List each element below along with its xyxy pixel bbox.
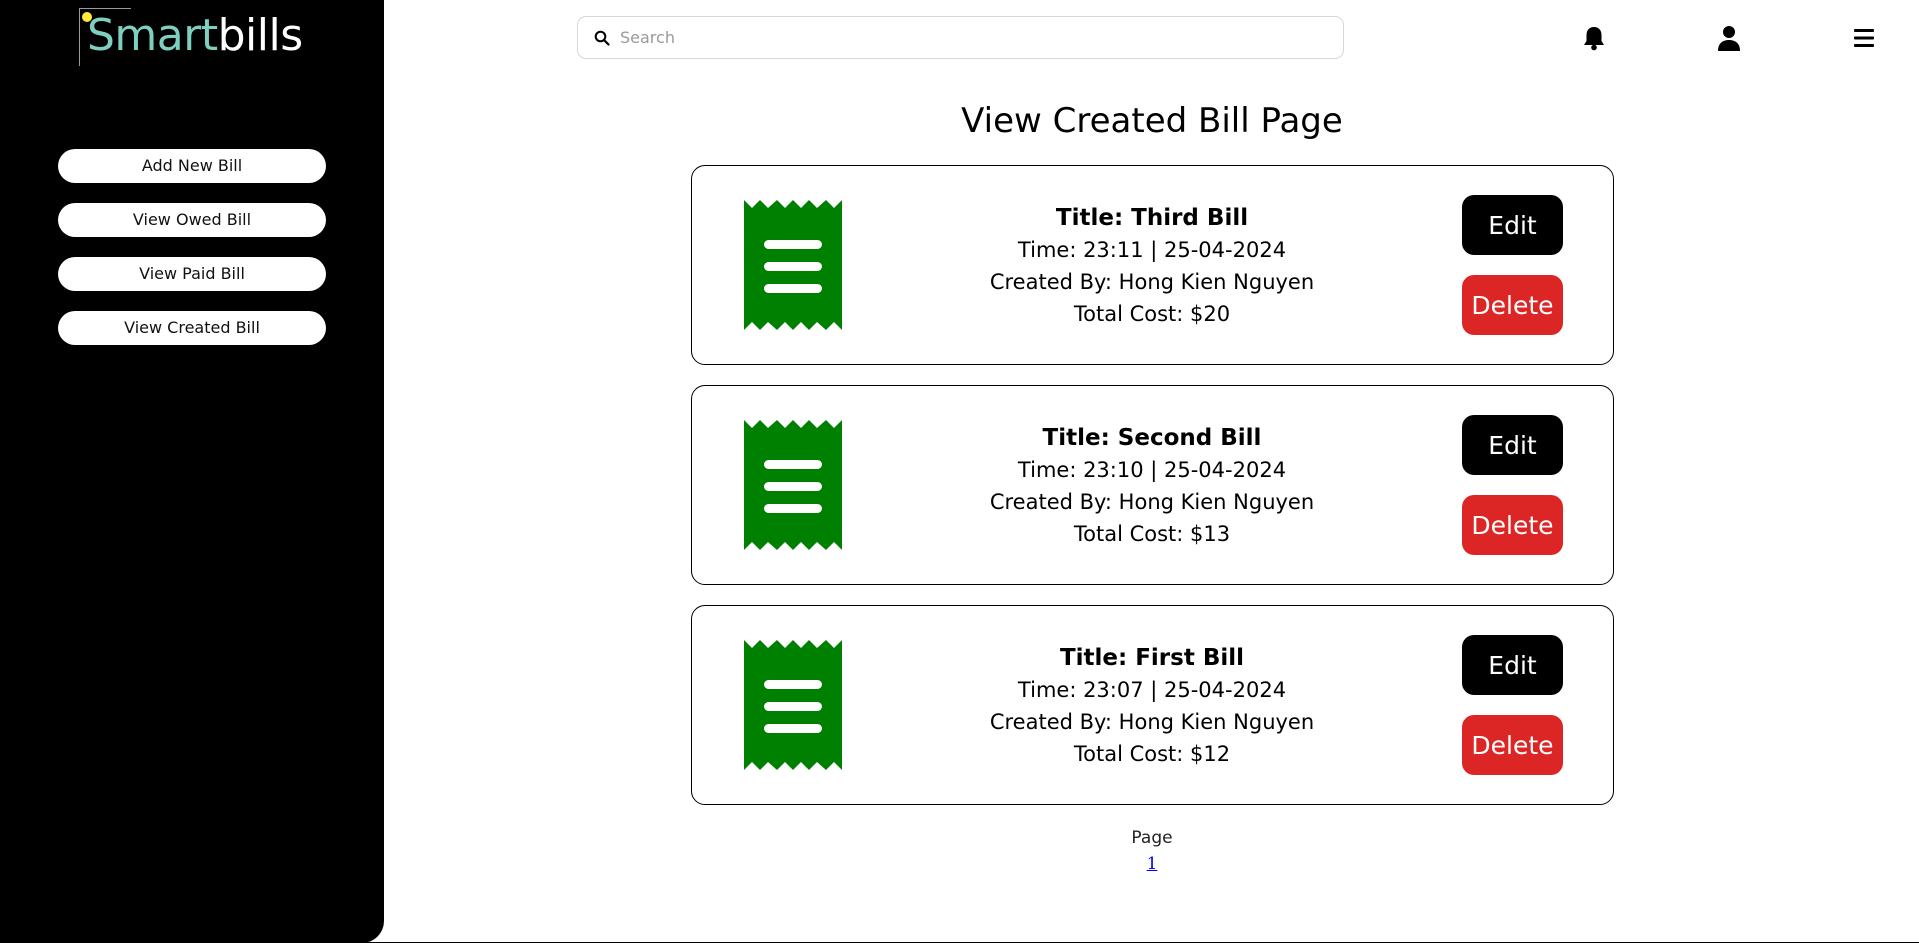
bill-title: Title: Second Bill (1042, 425, 1262, 451)
receipt-icon (744, 640, 842, 770)
search-bar (577, 16, 1344, 59)
bill-total-cost: Total Cost: $12 (1073, 742, 1231, 766)
logo-text: Smartbills (87, 10, 303, 62)
sidebar: Smartbills Add New Bill View Owed Bill V… (0, 0, 384, 943)
page-title: View Created Bill Page (961, 101, 1343, 141)
delete-button[interactable]: Delete (1462, 495, 1563, 555)
bill-title: Title: Third Bill (1055, 205, 1249, 231)
bill-time: Time: 23:10 | 25-04-2024 (1017, 458, 1287, 482)
user-icon[interactable] (1715, 24, 1743, 52)
bill-time: Time: 23:07 | 25-04-2024 (1017, 678, 1287, 702)
smartbills-logo[interactable]: Smartbills (79, 8, 319, 66)
delete-button[interactable]: Delete (1462, 275, 1563, 335)
add-new-bill-button[interactable]: Add New Bill (58, 149, 326, 183)
bill-card: Title: First Bill Time: 23:07 | 25-04-20… (691, 605, 1614, 805)
bill-total-cost: Total Cost: $20 (1073, 302, 1231, 326)
view-paid-bill-button[interactable]: View Paid Bill (58, 257, 326, 291)
edit-button[interactable]: Edit (1462, 415, 1563, 475)
bill-created-by: Created By: Hong Kien Nguyen (989, 710, 1315, 734)
view-owed-bill-button[interactable]: View Owed Bill (58, 203, 326, 237)
sidebar-nav: Add New Bill View Owed Bill View Paid Bi… (58, 149, 326, 365)
bill-info: Title: First Bill Time: 23:07 | 25-04-20… (942, 642, 1362, 770)
receipt-icon (744, 200, 842, 330)
bill-created-by: Created By: Hong Kien Nguyen (989, 490, 1315, 514)
pagination-label: Page (1131, 828, 1173, 848)
bill-time: Time: 23:11 | 25-04-2024 (1017, 238, 1287, 262)
bill-card: Title: Second Bill Time: 23:10 | 25-04-2… (691, 385, 1614, 585)
bill-title: Title: First Bill (1059, 645, 1245, 671)
edit-button[interactable]: Edit (1462, 195, 1563, 255)
bill-created-by: Created By: Hong Kien Nguyen (989, 270, 1315, 294)
logo-text-bills: bills (217, 10, 304, 61)
search-icon (594, 30, 610, 46)
bill-info: Title: Third Bill Time: 23:11 | 25-04-20… (942, 202, 1362, 330)
bill-card: Title: Third Bill Time: 23:11 | 25-04-20… (691, 165, 1614, 365)
page-link-1[interactable]: 1 (1147, 854, 1158, 874)
bill-info: Title: Second Bill Time: 23:10 | 25-04-2… (942, 422, 1362, 550)
view-created-bill-button[interactable]: View Created Bill (58, 311, 326, 345)
edit-button[interactable]: Edit (1462, 635, 1563, 695)
bell-icon[interactable] (1580, 24, 1608, 52)
pagination: Page 1 (577, 826, 1727, 874)
logo-text-smart: Smart (87, 10, 218, 61)
menu-icon[interactable] (1850, 24, 1878, 52)
receipt-icon (744, 420, 842, 550)
search-input[interactable] (620, 23, 1320, 51)
bill-total-cost: Total Cost: $13 (1073, 522, 1231, 546)
delete-button[interactable]: Delete (1462, 715, 1563, 775)
